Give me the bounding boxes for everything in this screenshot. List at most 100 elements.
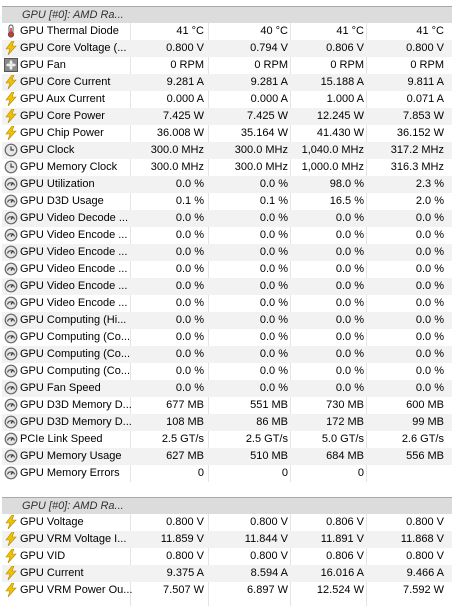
sensor-row[interactable]: GPU Computing (Co... 0.0 % 0.0 % 0.0 % 0.0 %	[2, 346, 452, 363]
lightning-icon	[4, 40, 18, 56]
sensor-row[interactable]: GPU Clock 300.0 MHz 300.0 MHz 1,040.0 MHz 31…	[2, 142, 452, 159]
sensor-row[interactable]: GPU Computing (Hi... 0.0 % 0.0 % 0.0 % 0.0 %	[2, 312, 452, 329]
section-header[interactable]: GPU [#0]: AMD Ra...	[2, 6, 452, 23]
max-value: 12.524 W	[316, 584, 364, 596]
gauge-icon	[4, 211, 18, 225]
sensor-row[interactable]: GPU Video Encode ... 0.0 % 0.0 % 0.0 % 0.0 %	[2, 278, 452, 295]
section-header[interactable]: GPU [#0]: AMD Ra...	[2, 497, 452, 514]
sensor-row[interactable]: GPU Voltage 0.800 V 0.800 V 0.806 V 0.800 V	[2, 514, 452, 531]
sensor-row[interactable]: GPU D3D Memory D... 108 MB 86 MB 172 MB 99 M…	[2, 414, 452, 431]
max-value: 684 MB	[326, 450, 364, 462]
average-value: 0.071 A	[406, 93, 444, 105]
sensor-name: GPU Fan Speed	[20, 382, 101, 394]
min-value: 9.281 A	[250, 76, 288, 88]
min-value: 0.800 V	[250, 550, 288, 562]
current-value: 0	[197, 467, 204, 479]
average-value: 0.0 %	[415, 382, 444, 394]
sensor-row[interactable]: GPU D3D Usage 0.1 % 0.1 % 16.5 % 2.0 %	[2, 193, 452, 210]
sensor-row[interactable]: GPU Chip Power 36.008 W 35.164 W 41.430 W 36…	[2, 125, 452, 142]
sensor-row[interactable]: GPU Computing (Co... 0.0 % 0.0 % 0.0 % 0.0 %	[2, 329, 452, 346]
sensor-name: GPU Core Voltage (...	[20, 42, 127, 54]
sensor-name: GPU Clock	[20, 144, 75, 156]
lightning-icon	[4, 582, 18, 598]
sensor-name: GPU Thermal Diode	[20, 25, 119, 37]
lightning-icon	[4, 514, 18, 530]
sensor-row[interactable]: GPU Video Encode ... 0.0 % 0.0 % 0.0 % 0.0 %	[2, 295, 452, 312]
sensor-row[interactable]: GPU Core Current 9.281 A 9.281 A 15.188 A 9.…	[2, 74, 452, 91]
gauge-icon	[4, 330, 18, 344]
average-value: 0.0 %	[415, 212, 444, 224]
sensor-name: GPU VID	[20, 550, 66, 562]
sensor-row[interactable]: GPU Video Encode ... 0.0 % 0.0 % 0.0 % 0.0 %	[2, 261, 452, 278]
average-value: 0.0 %	[415, 348, 444, 360]
sensor-name: GPU Computing (Hi...	[20, 314, 127, 326]
min-value: 0	[281, 467, 288, 479]
current-value: 11.859 V	[160, 533, 204, 545]
min-value: 35.164 W	[240, 127, 288, 139]
average-value: 9.466 A	[406, 567, 444, 579]
sensor-name: GPU VRM Voltage I...	[20, 533, 127, 545]
gauge-icon	[4, 177, 18, 191]
min-value: 0.000 A	[250, 93, 288, 105]
min-value: 40 °C	[260, 25, 288, 37]
average-value: 0.800 V	[406, 42, 444, 54]
fan-icon	[4, 58, 18, 72]
min-value: 0.800 V	[250, 516, 288, 528]
sensor-row[interactable]: GPU Core Power 7.425 W 7.425 W 12.245 W 7.85…	[2, 108, 452, 125]
max-value: 172 MB	[326, 416, 364, 428]
gauge-icon	[4, 228, 18, 242]
sensor-row[interactable]: GPU Memory Clock 300.0 MHz 300.0 MHz 1,000.…	[2, 159, 452, 176]
sensor-row[interactable]: GPU Utilization 0.0 % 0.0 % 98.0 % 2.3 %	[2, 176, 452, 193]
min-value: 0.0 %	[259, 382, 288, 394]
current-value: 0.000 A	[166, 93, 204, 105]
sensor-row[interactable]: GPU Computing (Co... 0.0 % 0.0 % 0.0 % 0.0 %	[2, 363, 452, 380]
sensor-row[interactable]: GPU Video Decode ... 0.0 % 0.0 % 0.0 % 0.0 %	[2, 210, 452, 227]
sensor-row[interactable]: GPU Current 9.375 A 8.594 A 16.016 A 9.466 A	[2, 565, 452, 582]
sensor-row[interactable]: GPU VID 0.800 V 0.800 V 0.806 V 0.800 V	[2, 548, 452, 565]
gauge-icon	[4, 415, 18, 429]
sensor-row[interactable]: GPU Video Encode ... 0.0 % 0.0 % 0.0 % 0.0 %	[2, 227, 452, 244]
min-value: 510 MB	[250, 450, 288, 462]
sensor-row[interactable]: GPU Core Voltage (... 0.800 V 0.794 V 0.806…	[2, 40, 452, 57]
max-value: 16.5 %	[329, 195, 364, 207]
lightning-icon	[4, 74, 18, 90]
sensor-row[interactable]: GPU Fan Speed 0.0 % 0.0 % 0.0 % 0.0 %	[2, 380, 452, 397]
current-value: 627 MB	[166, 450, 204, 462]
sensor-row[interactable]: GPU Memory Usage 627 MB 510 MB 684 MB 556 MB	[2, 448, 452, 465]
current-value: 0.800 V	[166, 42, 204, 54]
max-value: 1.000 A	[326, 93, 364, 105]
sensor-row[interactable]: GPU Video Encode ... 0.0 % 0.0 % 0.0 % 0.0 %	[2, 244, 452, 261]
sensor-row[interactable]: GPU D3D Memory D... 677 MB 551 MB 730 MB 600…	[2, 397, 452, 414]
min-value: 0.794 V	[250, 42, 288, 54]
sensor-name: GPU Video Encode ...	[20, 297, 128, 309]
max-value: 0.0 %	[335, 280, 364, 292]
sensor-row[interactable]: GPU Aux Current 0.000 A 0.000 A 1.000 A 0.07…	[2, 91, 452, 108]
gauge-icon	[4, 466, 18, 480]
min-value: 11.844 V	[244, 533, 288, 545]
current-value: 0.0 %	[175, 297, 204, 309]
sensor-row[interactable]: GPU Thermal Diode 41 °C 40 °C 41 °C 41 °C	[2, 23, 452, 40]
sensor-name: GPU Memory Errors	[20, 467, 120, 479]
max-value: 16.016 A	[320, 567, 364, 579]
sensor-row[interactable]: GPU Fan 0 RPM 0 RPM 0 RPM 0 RPM	[2, 57, 452, 74]
max-value: 41.430 W	[316, 127, 364, 139]
sensor-name: GPU Core Current	[20, 76, 111, 88]
sensor-row[interactable]: GPU VRM Voltage I... 11.859 V 11.844 V 11.8…	[2, 531, 452, 548]
sensor-row[interactable]: GPU VRM Power Ou... 7.507 W 6.897 W 12.524 …	[2, 582, 452, 599]
current-value: 0.0 %	[175, 229, 204, 241]
min-value: 0.1 %	[259, 195, 288, 207]
sensor-name: GPU Chip Power	[20, 127, 104, 139]
sensor-name: GPU D3D Usage	[20, 195, 104, 207]
sensor-name: GPU Computing (Co...	[20, 365, 131, 377]
min-value: 300.0 MHz	[234, 161, 288, 173]
max-value: 0.806 V	[326, 550, 364, 562]
average-value: 0.0 %	[415, 280, 444, 292]
min-value: 0.0 %	[259, 263, 288, 275]
max-value: 0.0 %	[335, 229, 364, 241]
gauge-icon	[4, 194, 18, 208]
max-value: 0 RPM	[330, 59, 364, 71]
sensor-row[interactable]: GPU Memory Errors 0 0 0	[2, 465, 452, 482]
min-value: 0.0 %	[259, 331, 288, 343]
average-value: 0.0 %	[415, 331, 444, 343]
sensor-row[interactable]: PCIe Link Speed 2.5 GT/s 2.5 GT/s 5.0 GT/s 2…	[2, 431, 452, 448]
